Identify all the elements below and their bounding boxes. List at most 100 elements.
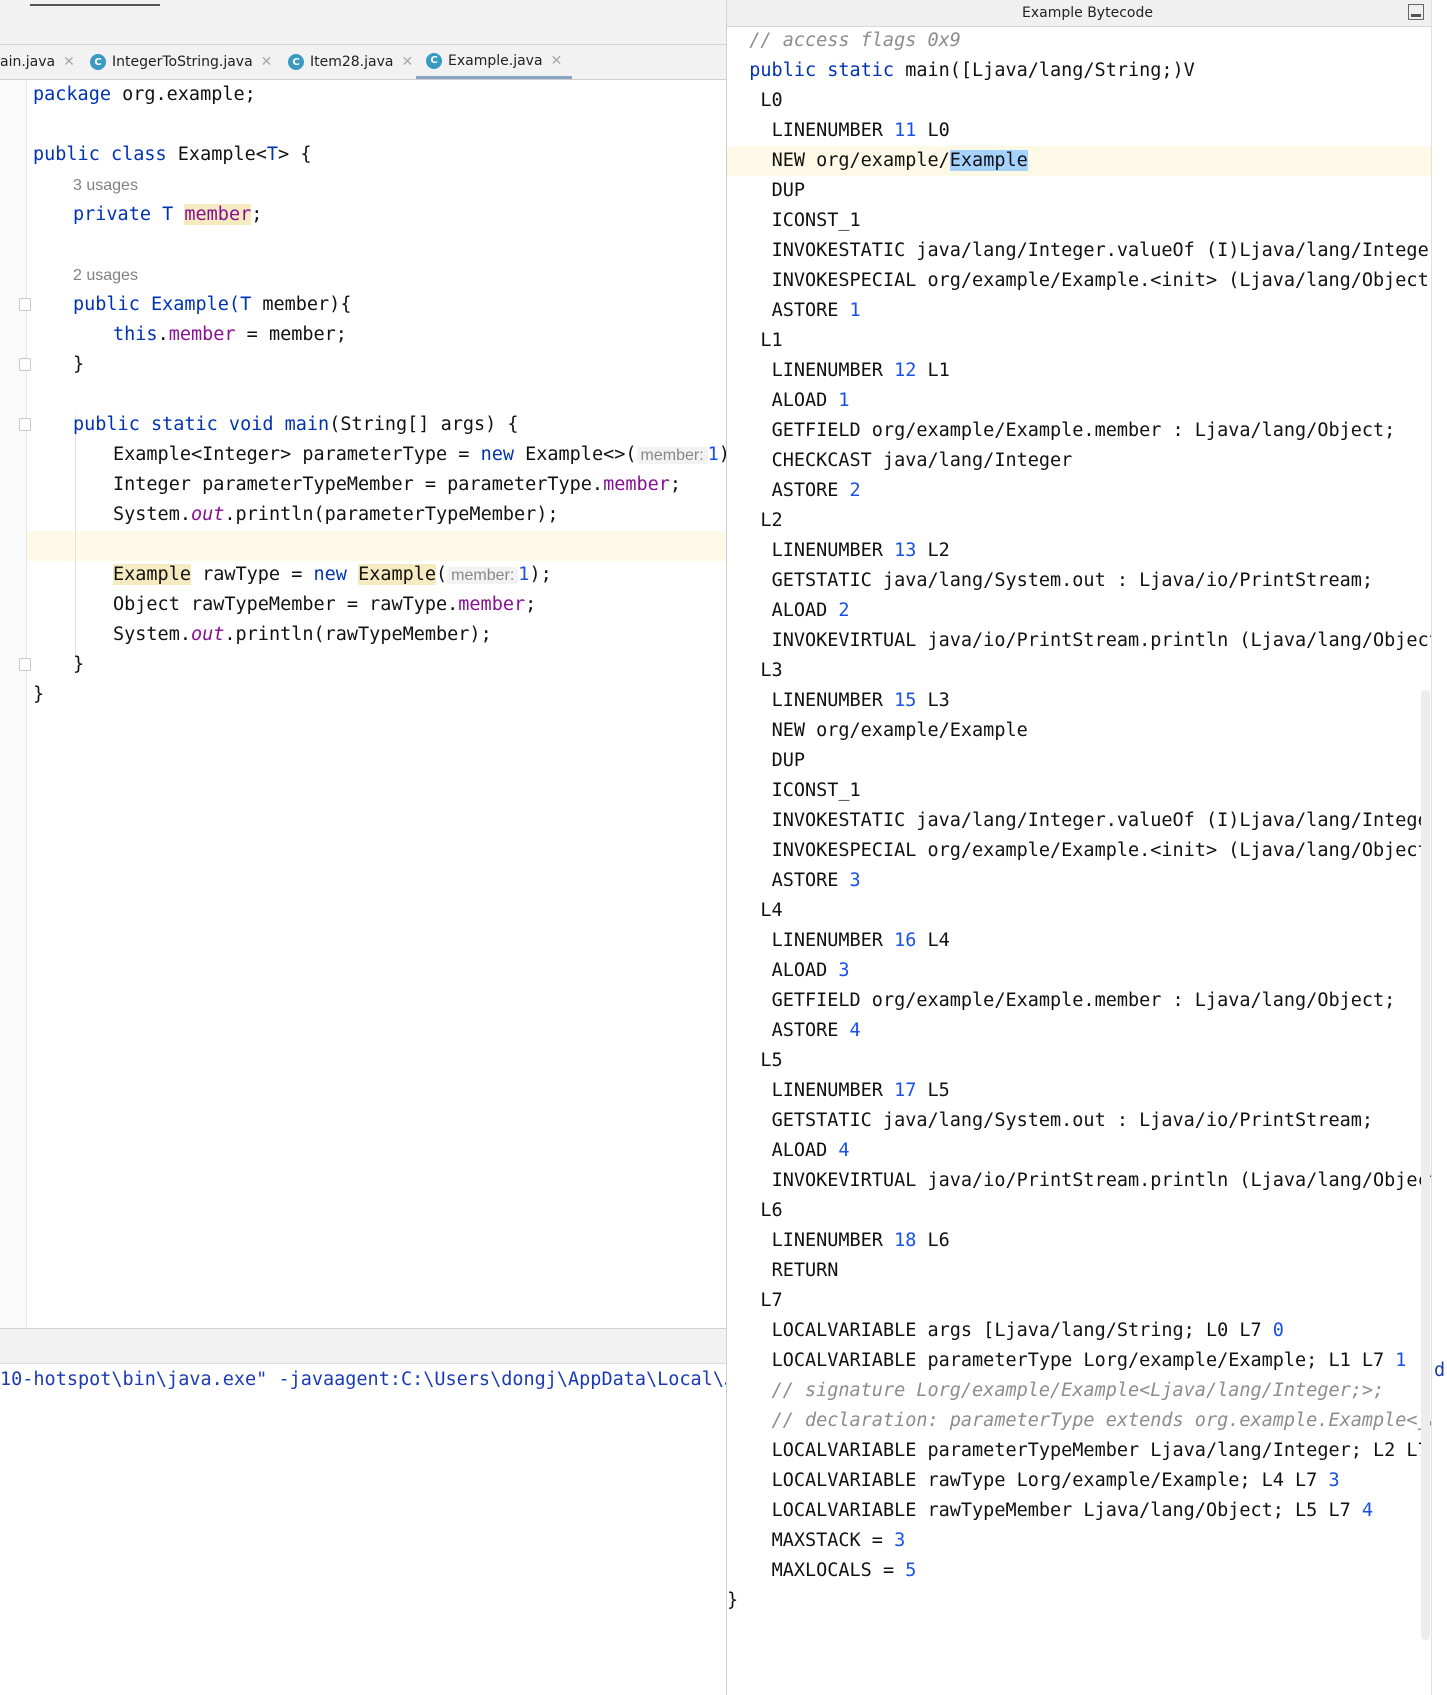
bytecode-line: ICONST_1 bbox=[771, 210, 861, 231]
bytecode-line: GETFIELD org/example/Example.member : Lj… bbox=[771, 420, 1396, 441]
bytecode-line: // access flags 0x9 bbox=[749, 30, 961, 51]
close-icon[interactable]: ✕ bbox=[63, 54, 75, 70]
close-icon[interactable]: ✕ bbox=[551, 53, 563, 69]
bytecode-line: MAXSTACK = 3 bbox=[771, 1530, 906, 1551]
editor-gutter bbox=[0, 80, 31, 1330]
indent-guide bbox=[75, 415, 76, 655]
toolbar-fragment bbox=[30, 0, 160, 6]
code-line: package org.example; bbox=[33, 84, 256, 105]
bytecode-line: DUP bbox=[771, 750, 805, 771]
bytecode-line: INVOKESPECIAL org/example/Example.<init>… bbox=[771, 840, 1435, 861]
bytecode-line: LOCALVARIABLE parameterType Lorg/example… bbox=[771, 1350, 1407, 1371]
bytecode-line: INVOKESTATIC java/lang/Integer.valueOf (… bbox=[771, 810, 1435, 831]
tab-label: ain.java bbox=[0, 54, 56, 70]
bytecode-line: INVOKESTATIC java/lang/Integer.valueOf (… bbox=[771, 240, 1435, 261]
code-line: Example<Integer> parameterType = new Exa… bbox=[113, 444, 726, 465]
usages-hint[interactable]: 3 usages bbox=[73, 170, 138, 200]
bytecode-line: LINENUMBER 11 L0 bbox=[771, 120, 950, 141]
bytecode-line: L4 bbox=[760, 900, 783, 921]
fold-icon[interactable] bbox=[19, 658, 31, 671]
parameter-hint: member: bbox=[447, 567, 519, 584]
tab-label: Item28.java bbox=[310, 54, 394, 70]
close-icon[interactable]: ✕ bbox=[401, 54, 413, 70]
run-console-header bbox=[0, 1329, 726, 1364]
code-line: public class Example<T> { bbox=[33, 144, 312, 165]
code-line: public static void main(String[] args) { bbox=[73, 414, 519, 435]
bytecode-line: RETURN bbox=[771, 1260, 839, 1281]
bytecode-line: L5 bbox=[760, 1050, 783, 1071]
tab-integertostring-java[interactable]: C IntegerToString.java ✕ bbox=[90, 45, 272, 79]
code-line: this.member = member; bbox=[113, 324, 347, 345]
bytecode-line: ALOAD 1 bbox=[771, 390, 850, 411]
editor-tab-bar: ain.java ✕ C IntegerToString.java ✕ C Item28… bbox=[0, 45, 726, 80]
parameter-hint: member: bbox=[636, 447, 708, 464]
bytecode-line: ASTORE 2 bbox=[771, 480, 861, 501]
bytecode-line: CHECKCAST java/lang/Integer bbox=[771, 450, 1073, 471]
bytecode-line: ASTORE 1 bbox=[771, 300, 861, 321]
bytecode-line: // signature Lorg/example/Example<Ljava/… bbox=[771, 1380, 1385, 1401]
console-output[interactable]: 10-hotspot\bin\java.exe" -javaagent:C:\U… bbox=[0, 1369, 726, 1390]
code-line: } bbox=[73, 654, 85, 675]
close-icon[interactable]: ✕ bbox=[261, 54, 273, 70]
bytecode-line: LINENUMBER 17 L5 bbox=[771, 1080, 950, 1101]
bytecode-line: INVOKEVIRTUAL java/io/PrintStream.printl… bbox=[771, 1170, 1435, 1191]
bytecode-window-title: Example Bytecode bbox=[727, 0, 1447, 27]
bytecode-line: ALOAD 3 bbox=[771, 960, 850, 981]
bytecode-line: MAXLOCALS = 5 bbox=[771, 1560, 917, 1581]
run-console-panel: 10-hotspot\bin\java.exe" -javaagent:C:\U… bbox=[0, 1328, 726, 1695]
java-class-icon: C bbox=[90, 54, 106, 70]
tab-main-java[interactable]: ain.java ✕ bbox=[0, 45, 75, 79]
bytecode-line: ALOAD 4 bbox=[771, 1140, 850, 1161]
bytecode-line: INVOKESPECIAL org/example/Example.<init>… bbox=[771, 270, 1435, 291]
bytecode-line: L6 bbox=[760, 1200, 783, 1221]
code-line: } bbox=[33, 684, 45, 705]
code-line: System.out.println(parameterTypeMember); bbox=[113, 504, 559, 525]
bytecode-line: LOCALVARIABLE rawTypeMember Ljava/lang/O… bbox=[771, 1500, 1374, 1521]
toolbar bbox=[0, 0, 726, 45]
bytecode-line: ALOAD 2 bbox=[771, 600, 850, 621]
vertical-scrollbar[interactable] bbox=[1421, 690, 1430, 1640]
fold-icon[interactable] bbox=[19, 418, 31, 431]
bytecode-line: ASTORE 3 bbox=[771, 870, 861, 891]
bytecode-line: LINENUMBER 16 L4 bbox=[771, 930, 950, 951]
code-line: Example rawType = new Example(member: 1); bbox=[113, 564, 552, 585]
bytecode-line: GETSTATIC java/lang/System.out : Ljava/i… bbox=[771, 570, 1374, 591]
bytecode-line: GETFIELD org/example/Example.member : Lj… bbox=[771, 990, 1396, 1011]
editor-pane: ain.java ✕ C IntegerToString.java ✕ C Item28… bbox=[0, 0, 726, 1695]
bytecode-line: INVOKEVIRTUAL java/io/PrintStream.printl… bbox=[771, 630, 1435, 651]
fold-icon[interactable] bbox=[19, 298, 31, 311]
usages-hint[interactable]: 2 usages bbox=[73, 260, 138, 290]
bytecode-line: public static main([Ljava/lang/String;)V bbox=[749, 60, 1195, 81]
bytecode-line: L7 bbox=[760, 1290, 783, 1311]
code-line: public Example(T member){ bbox=[73, 294, 352, 315]
code-line: private T member; bbox=[73, 204, 263, 225]
java-class-icon: C bbox=[288, 54, 304, 70]
bytecode-line: LINENUMBER 12 L1 bbox=[771, 360, 950, 381]
current-line-highlight bbox=[0, 531, 726, 561]
bytecode-line: GETSTATIC java/lang/System.out : Ljava/i… bbox=[771, 1110, 1374, 1131]
minimize-icon[interactable] bbox=[1408, 4, 1424, 20]
bytecode-line: LINENUMBER 13 L2 bbox=[771, 540, 950, 561]
fold-icon[interactable] bbox=[19, 358, 31, 371]
bytecode-line: DUP bbox=[771, 180, 805, 201]
bytecode-line: LINENUMBER 15 L3 bbox=[771, 690, 950, 711]
bytecode-line: LOCALVARIABLE rawType Lorg/example/Examp… bbox=[771, 1470, 1340, 1491]
code-line: } bbox=[73, 354, 85, 375]
code-line: Integer parameterTypeMember = parameterT… bbox=[113, 474, 682, 495]
bytecode-tool-window: Example Bytecode // access flags 0x9 pub… bbox=[726, 0, 1447, 1695]
tab-label: IntegerToString.java bbox=[112, 54, 253, 70]
code-line: System.out.println(rawTypeMember); bbox=[113, 624, 492, 645]
bytecode-line: L0 bbox=[760, 90, 783, 111]
bytecode-line: ASTORE 4 bbox=[771, 1020, 861, 1041]
tab-example-java[interactable]: C Example.java ✕ bbox=[416, 45, 573, 79]
bytecode-line: LOCALVARIABLE args [Ljava/lang/String; L… bbox=[771, 1320, 1284, 1341]
tab-item28-java[interactable]: C Item28.java ✕ bbox=[288, 45, 413, 79]
bytecode-line: LOCALVARIABLE parameterTypeMember Ljava/… bbox=[771, 1440, 1435, 1461]
bytecode-line: ICONST_1 bbox=[771, 780, 861, 801]
bytecode-line: NEW org/example/Example bbox=[771, 720, 1028, 741]
bytecode-line: } bbox=[727, 1590, 739, 1611]
bytecode-line: NEW org/example/Example bbox=[771, 150, 1028, 171]
bytecode-line: L3 bbox=[760, 660, 783, 681]
code-line: Object rawTypeMember = rawType.member; bbox=[113, 594, 537, 615]
java-class-icon: C bbox=[426, 52, 442, 69]
